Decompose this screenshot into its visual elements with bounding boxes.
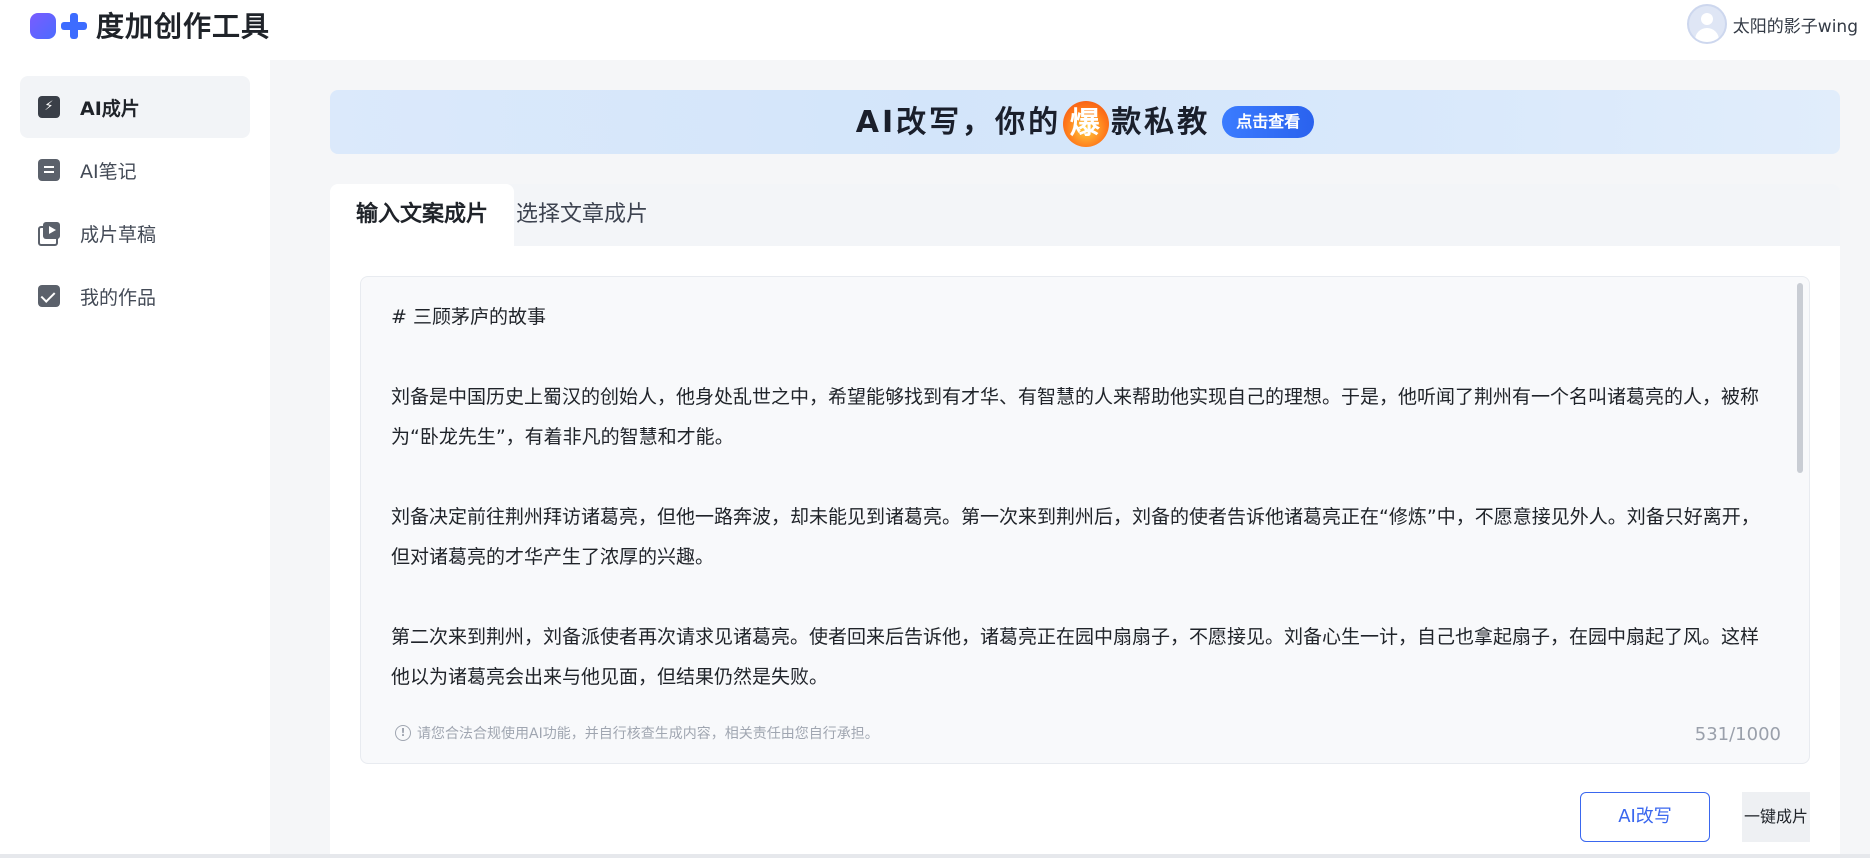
app-name: 度加创作工具 [96, 10, 271, 43]
info-icon: ! [395, 725, 411, 741]
sidebar-item-drafts[interactable]: 成片草稿 [20, 202, 250, 264]
check-square-icon [38, 285, 60, 307]
ai-rewrite-button[interactable]: AI改写 [1580, 792, 1710, 842]
logo-icon [30, 10, 88, 40]
sidebar-item-ai-video[interactable]: AI成片 [20, 76, 250, 138]
tab-input-copy[interactable]: 输入文案成片 [330, 184, 515, 246]
sidebar-item-my-works[interactable]: 我的作品 [20, 265, 250, 327]
content-card: # 三顾茅庐的故事 刘备是中国历史上蜀汉的创始人，他身处乱世之中，希望能够找到有… [330, 246, 1840, 858]
bolt-icon [38, 96, 60, 118]
editor-content[interactable]: # 三顾茅庐的故事 刘备是中国历史上蜀汉的创始人，他身处乱世之中，希望能够找到有… [391, 297, 1771, 697]
flame-badge-icon: 爆 [1063, 100, 1110, 147]
disclaimer: ! 请您合法合规使用AI功能，并自行核查生成内容，相关责任由您自行承担。 [395, 723, 879, 743]
editor-scrollbar[interactable] [1797, 283, 1803, 473]
tab-select-article[interactable]: 选择文章成片 [490, 184, 674, 246]
banner-title: AI改写，你的爆款私教 [856, 97, 1210, 147]
tab-bar: 输入文案成片 选择文章成片 [330, 184, 1840, 246]
promo-banner[interactable]: AI改写，你的爆款私教 点击查看 [330, 90, 1840, 154]
user-menu[interactable]: 太阳的影子wing [1686, 4, 1858, 44]
sidebar-item-label: 成片草稿 [80, 223, 157, 246]
character-counter: 531/1000 [1694, 724, 1781, 745]
disclaimer-text: 请您合法合规使用AI功能，并自行核查生成内容，相关责任由您自行承担。 [417, 726, 879, 742]
top-bar: 度加创作工具 太阳的影子wing [0, 0, 1870, 60]
one-click-generate-button[interactable]: 一键成片 [1742, 792, 1810, 842]
sidebar-item-label: AI笔记 [80, 160, 137, 183]
username[interactable]: 太阳的影子wing [1733, 12, 1858, 37]
copy-editor[interactable]: # 三顾茅庐的故事 刘备是中国历史上蜀汉的创始人，他身处乱世之中，希望能够找到有… [360, 276, 1810, 764]
video-draft-icon [38, 222, 60, 246]
banner-view-button[interactable]: 点击查看 [1222, 106, 1315, 138]
avatar[interactable] [1686, 4, 1727, 44]
bottom-divider [0, 854, 1870, 858]
sidebar-item-label: 我的作品 [80, 286, 157, 309]
sidebar-item-ai-notes[interactable]: AI笔记 [20, 139, 250, 201]
note-icon [38, 159, 60, 181]
sidebar: AI成片 AI笔记 成片草稿 我的作品 [0, 60, 270, 858]
sidebar-item-label: AI成片 [80, 97, 140, 120]
app-logo[interactable]: 度加创作工具 [30, 8, 271, 43]
